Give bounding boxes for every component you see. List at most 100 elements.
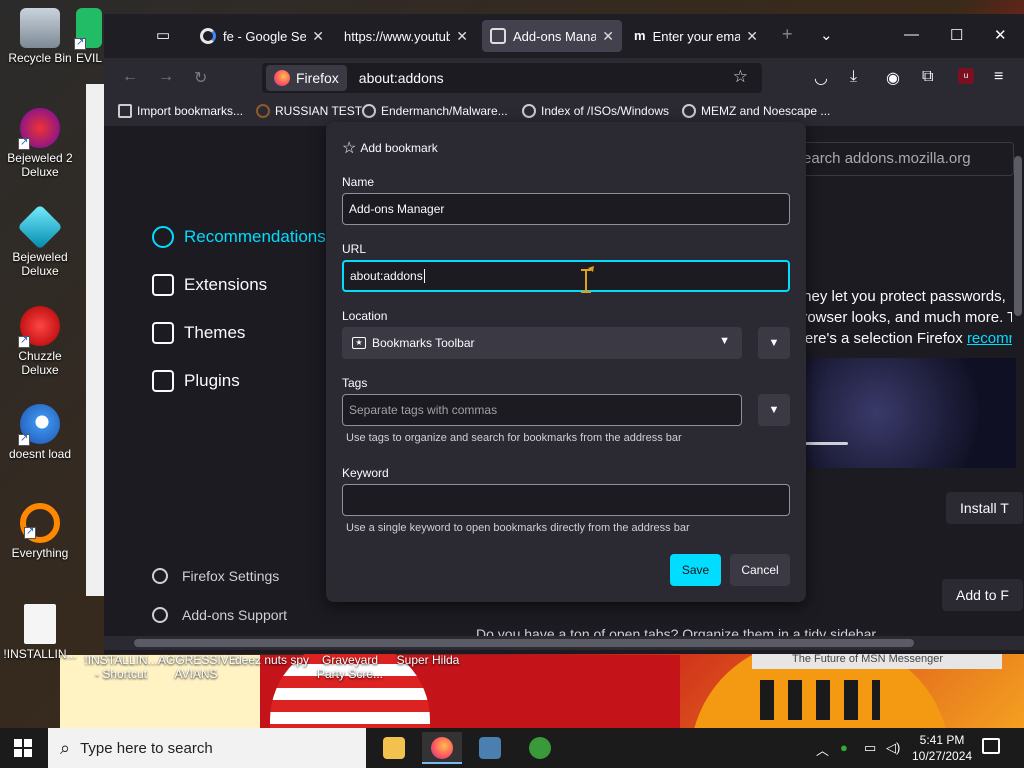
cancel-button[interactable]: Cancel [730,554,790,586]
bejeweled-2-icon [18,108,60,150]
taskbar-app[interactable] [470,732,510,764]
bookmark-russian-test[interactable]: RUSSIAN TEST [256,104,362,118]
back-arrow-icon[interactable]: ← [122,68,138,86]
system-clock[interactable]: 5:41 PM 10/27/2024 [912,732,972,764]
desktop-icon-installin[interactable]: !INSTALLIN... [0,604,80,661]
clock-time: 5:41 PM [919,733,965,747]
tab-youtube[interactable]: https://www.youtube.com ✕ [336,20,476,52]
close-window-icon[interactable]: ✕ [994,26,1007,44]
scrollbar-thumb[interactable] [1014,156,1022,316]
menu-hamburger-icon[interactable]: ≡ [994,68,1003,86]
volume-icon[interactable]: ◁) [886,740,900,756]
desktop-icon-label[interactable]: AGGRESSIVE AVIANS [158,653,237,681]
firefox-settings-link[interactable]: Firefox Settings [152,568,279,584]
new-tab-button[interactable]: + [782,24,793,45]
dialog-title: ☆ Add bookmark [342,140,438,157]
bookmark-star-icon[interactable]: ☆ [733,67,748,87]
maximize-icon[interactable]: ☐ [950,26,963,44]
reload-icon[interactable]: ↻ [194,68,207,88]
name-field[interactable]: Add-ons Manager [342,193,790,225]
desktop-icon-bejeweled[interactable]: Bejeweled Deluxe [0,204,80,278]
save-button[interactable]: Save [670,554,721,586]
desktop-icon-evil[interactable]: EVIL [74,8,104,65]
show-hidden-icons-chevron[interactable]: ︿ [816,740,829,759]
account-icon[interactable]: ◉ [886,68,900,88]
network-icon[interactable]: ▭ [864,740,876,756]
close-tab-icon[interactable]: ✕ [312,28,324,45]
desktop-icon-label: Everything [11,546,69,560]
tags-expander[interactable]: ▼ [758,394,790,426]
bejeweled-gem-icon [17,204,63,250]
category-themes[interactable]: Themes [152,322,245,344]
desktop-icon-doesnt-load[interactable]: doesnt load [0,404,80,461]
horizontal-scrollbar[interactable] [104,636,1024,650]
close-tab-icon[interactable]: ✕ [746,28,758,45]
url-field[interactable]: about:addons [342,260,790,292]
firefox-view-icon[interactable]: ▭ [156,26,170,44]
vertical-scrollbar[interactable] [1014,146,1022,636]
firefox-logo-icon [431,737,453,759]
windows-start-icon[interactable] [14,739,32,757]
site-icon [256,104,270,118]
bookmark-import[interactable]: Import bookmarks... [118,104,243,118]
url-text[interactable]: about:addons [359,70,444,86]
ublock-icon[interactable]: u [958,68,974,84]
intro-text-line: They let you protect passwords, [794,288,1006,305]
desktop-icon-label[interactable]: Super Hilda [390,653,466,667]
tab-enter-email[interactable]: m Enter your email ✕ [626,20,766,52]
desktop-icon-label[interactable]: !INSTALLIN... - Shortcut [82,653,160,681]
forward-arrow-icon[interactable]: → [158,68,174,86]
chevron-down-icon: ▼ [768,337,780,349]
install-theme-button[interactable]: Install T [946,492,1023,524]
category-recommendations[interactable]: Recommendations [152,226,326,248]
desktop-icon-chuzzle[interactable]: Chuzzle Deluxe [0,306,80,377]
bookmark-endermanch[interactable]: Endermanch/Malware... [362,104,508,118]
text-caret [423,269,425,283]
messenger-tray-icon[interactable]: ● [840,740,848,755]
pocket-icon[interactable]: ◡ [814,68,828,88]
taskbar-firefox[interactable] [422,732,462,764]
tab-google-search[interactable]: fe - Google Search ✕ [192,20,332,52]
notification-center-icon[interactable] [982,738,1000,754]
minimize-icon[interactable]: — [904,26,919,43]
taskbar-search-box[interactable]: ⌕ Type here to search [48,728,366,768]
close-tab-icon[interactable]: ✕ [602,28,614,45]
location-select[interactable]: ★ Bookmarks Toolbar ▼ [342,327,742,359]
recommended-link[interactable]: recomme [967,330,1012,347]
add-bookmark-dialog: ☆ Add bookmark Name Add-ons Manager URL … [326,122,806,602]
puzzle-icon [152,274,174,296]
extensions-icon[interactable]: ⧉ [922,68,933,86]
desktop-icon-label: Recycle Bin [8,51,72,65]
list-all-tabs-chevron-icon[interactable]: ⌄ [820,26,833,44]
tags-label: Tags [342,376,368,390]
tab-add-ons-manager[interactable]: Add-ons Manager ✕ [482,20,622,52]
bookmark-index-isos[interactable]: Index of /ISOs/Windows [522,104,669,118]
chuzzle-icon [18,306,60,348]
taskbar-messenger[interactable] [520,732,560,764]
category-extensions[interactable]: Extensions [152,274,267,296]
desktop-icon-label[interactable]: Graveyard Party Scre... [312,653,388,681]
url-label: URL [342,242,367,256]
desktop-icon-label: Chuzzle Deluxe [18,349,62,377]
navigation-toolbar: ← → ↻ Firefox about:addons ☆ ◡ ⤓ ◉ ⧉ u ≡ [104,58,1024,98]
bookmark-memz[interactable]: MEMZ and Noescape ... [682,104,830,118]
scrollbar-thumb[interactable] [134,639,914,647]
keyword-field[interactable] [342,484,790,516]
desktop-icon-bejeweled-2[interactable]: Bejeweled 2 Deluxe [0,108,80,179]
desktop-icon-label[interactable]: deez nuts spy [234,653,310,667]
desktop-icon-label: EVIL [75,51,102,65]
addons-support-link[interactable]: Add-ons Support [152,607,287,623]
search-addons-input[interactable]: Search addons.mozilla.org [784,142,1014,176]
downloads-icon[interactable]: ⤓ [850,68,857,86]
address-bar[interactable]: Firefox about:addons ☆ [262,63,762,93]
taskbar-file-explorer[interactable] [374,732,414,764]
category-plugins[interactable]: Plugins [152,370,240,392]
identity-box[interactable]: Firefox [266,65,347,91]
desktop-icon-everything[interactable]: Everything [0,503,80,560]
folder-tree-expander[interactable]: ▼ [758,327,790,359]
close-tab-icon[interactable]: ✕ [456,28,468,45]
windows-taskbar: ⌕ Type here to search ︿ ● ▭ ◁) 5:41 PM 1… [0,728,1024,768]
desktop-icon-recycle-bin[interactable]: Recycle Bin [0,8,80,65]
tags-field[interactable]: Separate tags with commas [342,394,742,426]
add-to-firefox-button[interactable]: Add to F [942,579,1023,611]
